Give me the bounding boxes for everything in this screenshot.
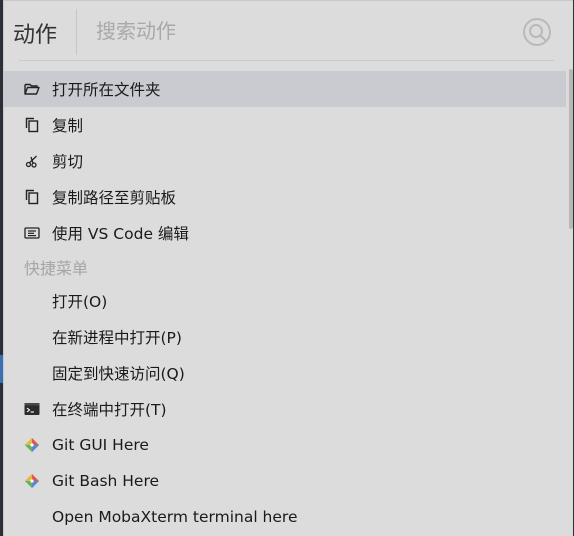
action-label: 使用 VS Code 编辑 bbox=[52, 225, 189, 243]
scrollbar[interactable] bbox=[569, 69, 573, 229]
git-icon bbox=[24, 473, 40, 489]
quick-item-label: 在终端中打开(T) bbox=[52, 401, 167, 419]
scissors-icon bbox=[24, 153, 40, 169]
terminal-icon bbox=[24, 401, 40, 417]
quick-open[interactable]: 打开(O) bbox=[4, 283, 566, 319]
quick-item-label: 在新进程中打开(P) bbox=[52, 329, 182, 347]
folder-open-icon bbox=[24, 81, 40, 97]
action-label: 剪切 bbox=[52, 153, 84, 171]
panel-title: 动作 bbox=[13, 23, 58, 48]
vscode-icon bbox=[24, 225, 40, 241]
quick-open-new-process[interactable]: 在新进程中打开(P) bbox=[4, 319, 566, 355]
quick-item-label: 打开(O) bbox=[52, 293, 108, 311]
action-open-containing-folder[interactable]: 打开所在文件夹 bbox=[4, 71, 566, 107]
quick-item-label: 固定到快速访问(Q) bbox=[52, 365, 185, 383]
action-copy-path[interactable]: 复制路径至剪贴板 bbox=[4, 179, 566, 215]
copy-icon bbox=[24, 117, 40, 133]
search-input[interactable] bbox=[88, 15, 514, 47]
search-icon[interactable] bbox=[520, 15, 554, 49]
actions-menu: 打开所在文件夹 复制 剪切 复制路径至剪贴板 使用 VS Code 编辑 快捷菜… bbox=[4, 71, 566, 535]
action-cut[interactable]: 剪切 bbox=[4, 143, 566, 179]
header-divider bbox=[76, 9, 77, 55]
quick-item-label: Git Bash Here bbox=[52, 472, 160, 490]
quick-pin-quick-access[interactable]: 固定到快速访问(Q) bbox=[4, 355, 566, 391]
action-label: 打开所在文件夹 bbox=[52, 81, 161, 99]
actions-panel: 动作 打开所在文件夹 bbox=[3, 0, 573, 536]
quick-item-label: Open MobaXterm terminal here bbox=[52, 508, 298, 526]
quick-item-label: Git GUI Here bbox=[52, 436, 149, 454]
section-header-quick-menu: 快捷菜单 bbox=[24, 259, 89, 278]
header-underline bbox=[19, 60, 554, 61]
git-icon bbox=[24, 437, 40, 453]
quick-open-in-terminal[interactable]: 在终端中打开(T) bbox=[4, 391, 566, 427]
action-copy[interactable]: 复制 bbox=[4, 107, 566, 143]
action-label: 复制 bbox=[52, 117, 84, 135]
copy-path-icon bbox=[24, 189, 40, 205]
quick-git-bash-here[interactable]: Git Bash Here bbox=[4, 463, 566, 499]
action-label: 复制路径至剪贴板 bbox=[52, 189, 177, 207]
panel-header: 动作 bbox=[4, 1, 573, 61]
quick-open-mobaxterm[interactable]: Open MobaXterm terminal here bbox=[4, 499, 566, 535]
quick-git-gui-here[interactable]: Git GUI Here bbox=[4, 427, 566, 463]
action-edit-vscode[interactable]: 使用 VS Code 编辑 bbox=[4, 215, 566, 251]
